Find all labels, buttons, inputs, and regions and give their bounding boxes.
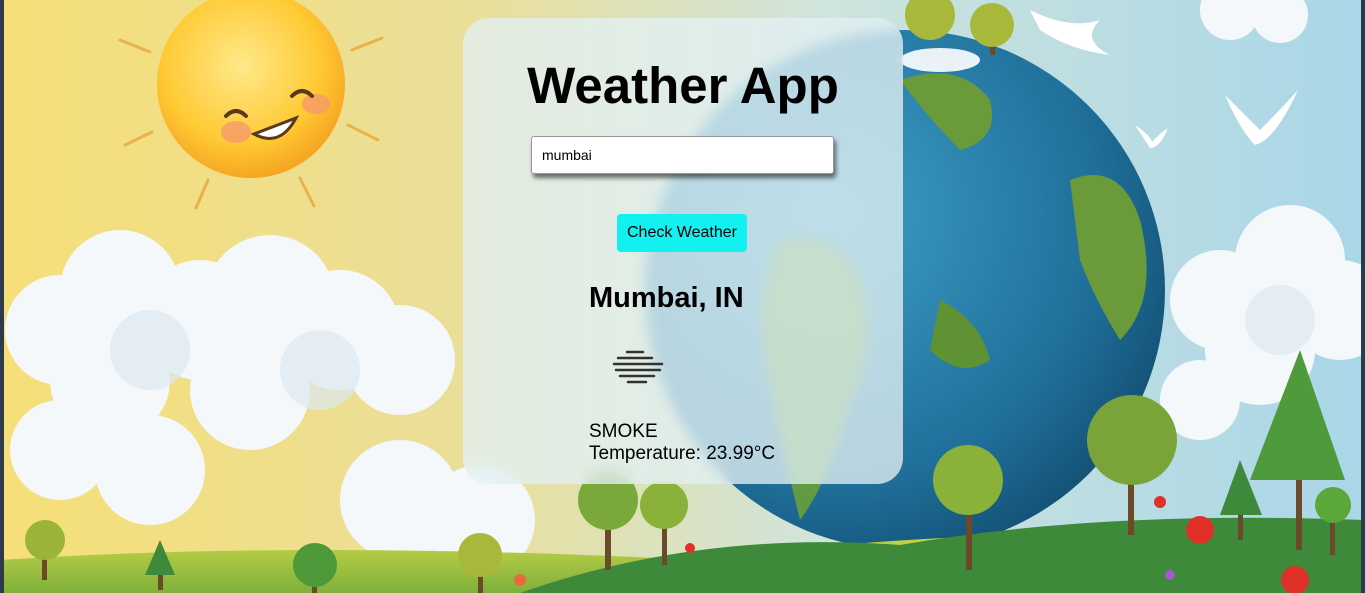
city-search-input[interactable]: [531, 136, 834, 174]
weather-condition: SMOKE: [589, 421, 658, 442]
city-name: Mumbai, IN: [589, 282, 744, 314]
smoke-haze-icon: [612, 350, 664, 384]
weather-card: Weather App Check Weather Mumbai, IN SMO…: [463, 18, 903, 484]
left-edge-border: [0, 0, 4, 593]
check-weather-button[interactable]: Check Weather: [617, 214, 747, 252]
right-edge-border: [1361, 0, 1365, 593]
temperature-readout: Temperature: 23.99°C: [589, 443, 776, 464]
page-title: Weather App: [527, 57, 839, 114]
